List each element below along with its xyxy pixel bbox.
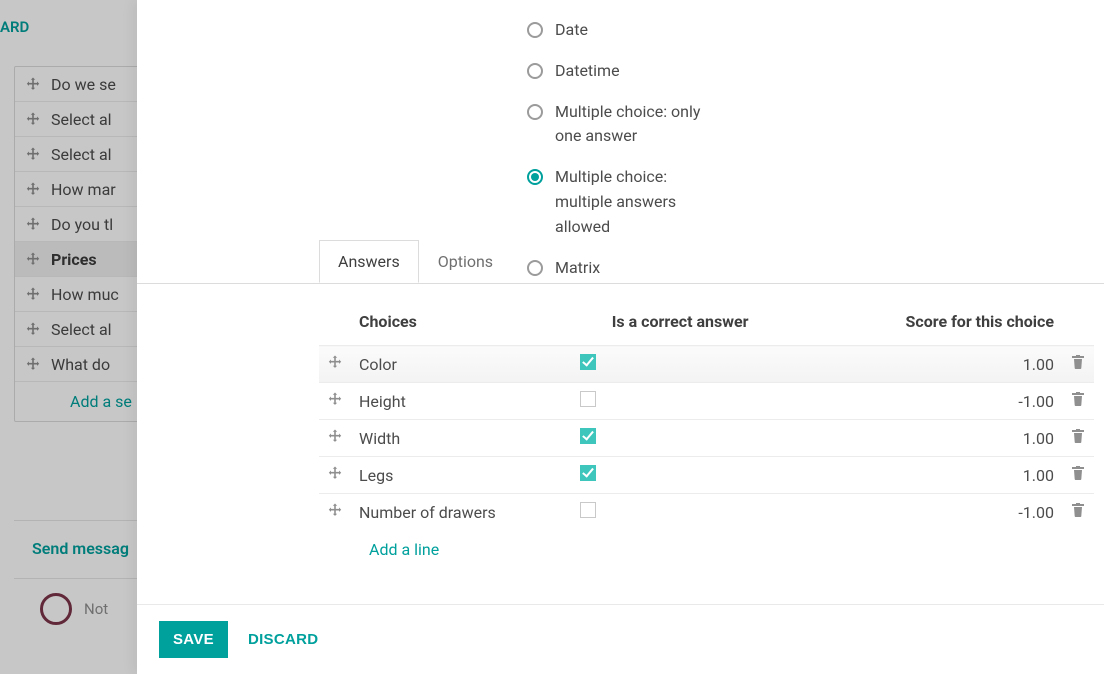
col-correct: Is a correct answer [604, 300, 825, 346]
answer-row: Number of drawers -1.00 [319, 494, 1094, 531]
col-score: Score for this choice [824, 300, 1062, 346]
correct-answer-checkbox[interactable] [580, 354, 596, 370]
col-choices: Choices [351, 300, 572, 346]
drag-handle-icon[interactable] [327, 465, 343, 481]
radio-label: Multiple choice: only one answer [555, 100, 724, 150]
radio-label: Date [555, 18, 588, 43]
tab-options[interactable]: Options [419, 240, 512, 283]
answer-score[interactable]: 1.00 [824, 420, 1062, 457]
question-type-option[interactable]: Multiple choice: multiple answers allowe… [527, 157, 724, 247]
correct-answer-checkbox[interactable] [580, 391, 596, 407]
answer-label[interactable]: Height [351, 383, 572, 420]
correct-answer-checkbox[interactable] [580, 465, 596, 481]
tab-bar: Answers Options [319, 240, 1104, 283]
radio-label: Datetime [555, 59, 620, 84]
question-type-option[interactable]: Date [527, 10, 724, 51]
question-type-option[interactable]: Datetime [527, 51, 724, 92]
correct-answer-checkbox[interactable] [580, 428, 596, 444]
modal-footer: SAVE DISCARD [137, 604, 1104, 674]
correct-answer-checkbox[interactable] [580, 502, 596, 518]
answer-label[interactable]: Width [351, 420, 572, 457]
trash-icon[interactable] [1070, 428, 1086, 444]
answer-row: Height -1.00 [319, 383, 1094, 420]
radio-icon [527, 63, 543, 79]
drag-handle-icon[interactable] [327, 354, 343, 370]
drag-handle-icon[interactable] [327, 428, 343, 444]
add-line-link[interactable]: Add a line [319, 530, 1094, 569]
answer-label[interactable]: Legs [351, 457, 572, 494]
answer-score[interactable]: 1.00 [824, 457, 1062, 494]
radio-icon [527, 104, 543, 120]
question-edit-modal: Date Datetime Multiple choice: only one an… [137, 0, 1104, 674]
answers-panel: Choices Is a correct answer Score for th… [319, 300, 1094, 569]
trash-icon[interactable] [1070, 465, 1086, 481]
answer-label[interactable]: Number of drawers [351, 494, 572, 531]
save-button[interactable]: SAVE [159, 621, 228, 658]
drag-handle-icon[interactable] [327, 502, 343, 518]
drag-handle-icon[interactable] [327, 391, 343, 407]
answer-score[interactable]: -1.00 [824, 494, 1062, 531]
answer-label[interactable]: Color [351, 346, 572, 383]
answer-score[interactable]: 1.00 [824, 346, 1062, 383]
trash-icon[interactable] [1070, 354, 1086, 370]
trash-icon[interactable] [1070, 391, 1086, 407]
answer-row: Legs 1.00 [319, 457, 1094, 494]
answer-row: Width 1.00 [319, 420, 1094, 457]
radio-icon [527, 169, 543, 185]
radio-label: Multiple choice: multiple answers allowe… [555, 165, 724, 239]
trash-icon[interactable] [1070, 502, 1086, 518]
answer-row: Color 1.00 [319, 346, 1094, 383]
discard-button[interactable]: DISCARD [248, 631, 318, 648]
question-type-option[interactable]: Multiple choice: only one answer [527, 92, 724, 158]
answers-table: Choices Is a correct answer Score for th… [319, 300, 1094, 530]
tab-answers[interactable]: Answers [319, 240, 419, 283]
answer-score[interactable]: -1.00 [824, 383, 1062, 420]
radio-icon [527, 22, 543, 38]
